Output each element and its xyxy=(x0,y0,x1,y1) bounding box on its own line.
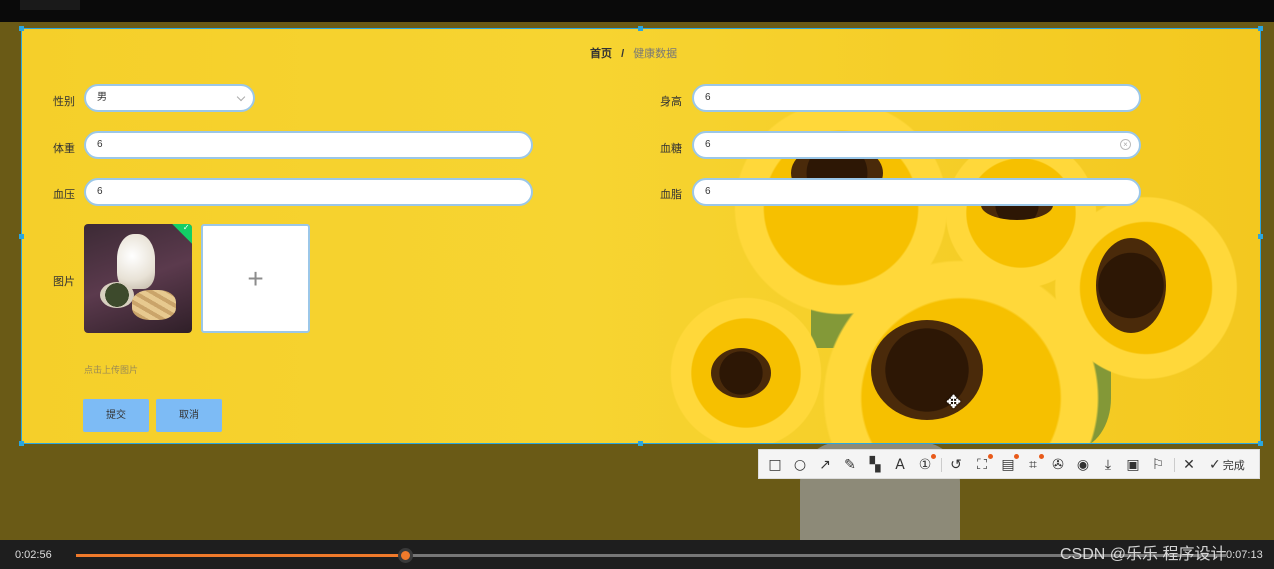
resize-handle[interactable] xyxy=(1258,234,1263,239)
resize-handle[interactable] xyxy=(19,441,24,446)
gender-value: 男 xyxy=(97,92,107,103)
breadcrumb-separator: / xyxy=(621,48,625,60)
resize-handle[interactable] xyxy=(1258,441,1263,446)
done-label: 完成 xyxy=(1222,460,1245,472)
plus-icon: + xyxy=(247,263,264,294)
weight-input[interactable]: 6 xyxy=(84,131,533,159)
height-input[interactable]: 6 xyxy=(692,84,1141,112)
upload-hint: 点击上传图片 xyxy=(84,365,139,375)
ocr-icon[interactable]: ▤ xyxy=(999,454,1019,474)
sunflower-center xyxy=(871,320,983,420)
check-icon: ✓ xyxy=(1209,457,1221,473)
height-value: 6 xyxy=(705,92,711,103)
bookmark-icon[interactable]: ⚐ xyxy=(1149,456,1167,474)
progress-played xyxy=(76,554,407,557)
gender-select[interactable]: 男 xyxy=(84,84,255,112)
upload-success-badge: ✓ xyxy=(172,224,192,244)
scan-icon[interactable]: ⌗ xyxy=(1024,454,1044,474)
chevron-down-icon xyxy=(236,92,246,102)
text-icon[interactable]: A xyxy=(891,456,909,474)
progress-knob[interactable] xyxy=(398,548,414,563)
blood-sugar-value: 6 xyxy=(705,139,711,150)
cancel-button[interactable]: 取消 xyxy=(156,399,222,432)
notification-dot xyxy=(1014,454,1019,459)
blood-sugar-label: 血糖 xyxy=(660,143,682,155)
breadcrumb-home[interactable]: 首页 xyxy=(590,48,612,60)
screenshot-toolbar: □ ○ ↗ ✎ ▚ A ① ↺ ⛶ ▤ ⌗ ✇ ◉ ⤓ ▣ ⚐ ✕ ✓ 完成 xyxy=(758,449,1260,479)
image-label: 图片 xyxy=(53,276,75,288)
watermark: CSDN @乐乐 程序设计 xyxy=(1060,546,1227,563)
pencil-icon[interactable]: ✎ xyxy=(841,456,859,474)
uploaded-image-thumbnail[interactable]: ✓ xyxy=(84,224,192,333)
close-icon[interactable]: ✕ xyxy=(1180,456,1198,474)
notification-dot xyxy=(1039,454,1044,459)
submit-button[interactable]: 提交 xyxy=(83,399,149,432)
pin-icon[interactable]: ✇ xyxy=(1049,456,1067,474)
record-icon[interactable]: ◉ xyxy=(1074,456,1092,474)
mosaic-icon[interactable]: ▚ xyxy=(866,456,884,474)
resize-handle[interactable] xyxy=(19,26,24,31)
height-label: 身高 xyxy=(660,96,682,108)
resize-handle[interactable] xyxy=(638,26,643,31)
blood-lipid-value: 6 xyxy=(705,186,711,197)
window-tab[interactable] xyxy=(20,0,80,10)
progress-track[interactable] xyxy=(76,548,1226,563)
breadcrumb: 首页 / 健康数据 xyxy=(590,45,677,61)
resize-handle[interactable] xyxy=(1258,26,1263,31)
done-button[interactable]: ✓ 完成 xyxy=(1209,457,1245,473)
blood-lipid-label: 血脂 xyxy=(660,189,682,201)
toolbar-divider xyxy=(1174,458,1175,472)
move-cursor-icon: ✥ xyxy=(946,392,962,413)
blood-pressure-label: 血压 xyxy=(53,189,75,201)
resize-handle[interactable] xyxy=(638,441,643,446)
mosaic-ai-icon[interactable]: ⛶ xyxy=(973,454,993,474)
undo-icon[interactable]: ↺ xyxy=(947,456,965,474)
rectangle-icon[interactable]: □ xyxy=(766,456,784,474)
blood-pressure-input[interactable]: 6 xyxy=(84,178,533,206)
clear-icon[interactable]: × xyxy=(1120,139,1131,150)
resize-handle[interactable] xyxy=(19,234,24,239)
herbs-image-detail xyxy=(132,290,176,320)
teapot-image-detail xyxy=(117,234,155,289)
current-time: 0:02:56 xyxy=(15,549,52,561)
weight-value: 6 xyxy=(97,139,103,150)
sunflower-center xyxy=(711,348,771,398)
arrow-icon[interactable]: ↗ xyxy=(816,456,834,474)
download-icon[interactable]: ⤓ xyxy=(1099,456,1117,474)
ellipse-icon[interactable]: ○ xyxy=(791,456,809,474)
save-icon[interactable]: ▣ xyxy=(1124,456,1142,474)
blood-pressure-value: 6 xyxy=(97,186,103,197)
blood-sugar-input[interactable]: 6 × xyxy=(692,131,1141,159)
blood-lipid-input[interactable]: 6 xyxy=(692,178,1141,206)
total-time: 0:07:13 xyxy=(1226,549,1263,561)
toolbar-divider xyxy=(941,458,942,472)
notification-dot xyxy=(931,454,936,459)
notification-dot xyxy=(988,454,993,459)
gender-label: 性别 xyxy=(53,96,75,108)
app-topbar xyxy=(0,0,1274,22)
number-icon[interactable]: ① xyxy=(916,454,936,474)
bowl-image-detail xyxy=(100,282,134,308)
weight-label: 体重 xyxy=(53,143,75,155)
check-icon: ✓ xyxy=(182,224,190,232)
breadcrumb-current: 健康数据 xyxy=(633,48,678,60)
image-upload-box[interactable]: + xyxy=(201,224,310,333)
sunflower-center xyxy=(1096,238,1166,333)
